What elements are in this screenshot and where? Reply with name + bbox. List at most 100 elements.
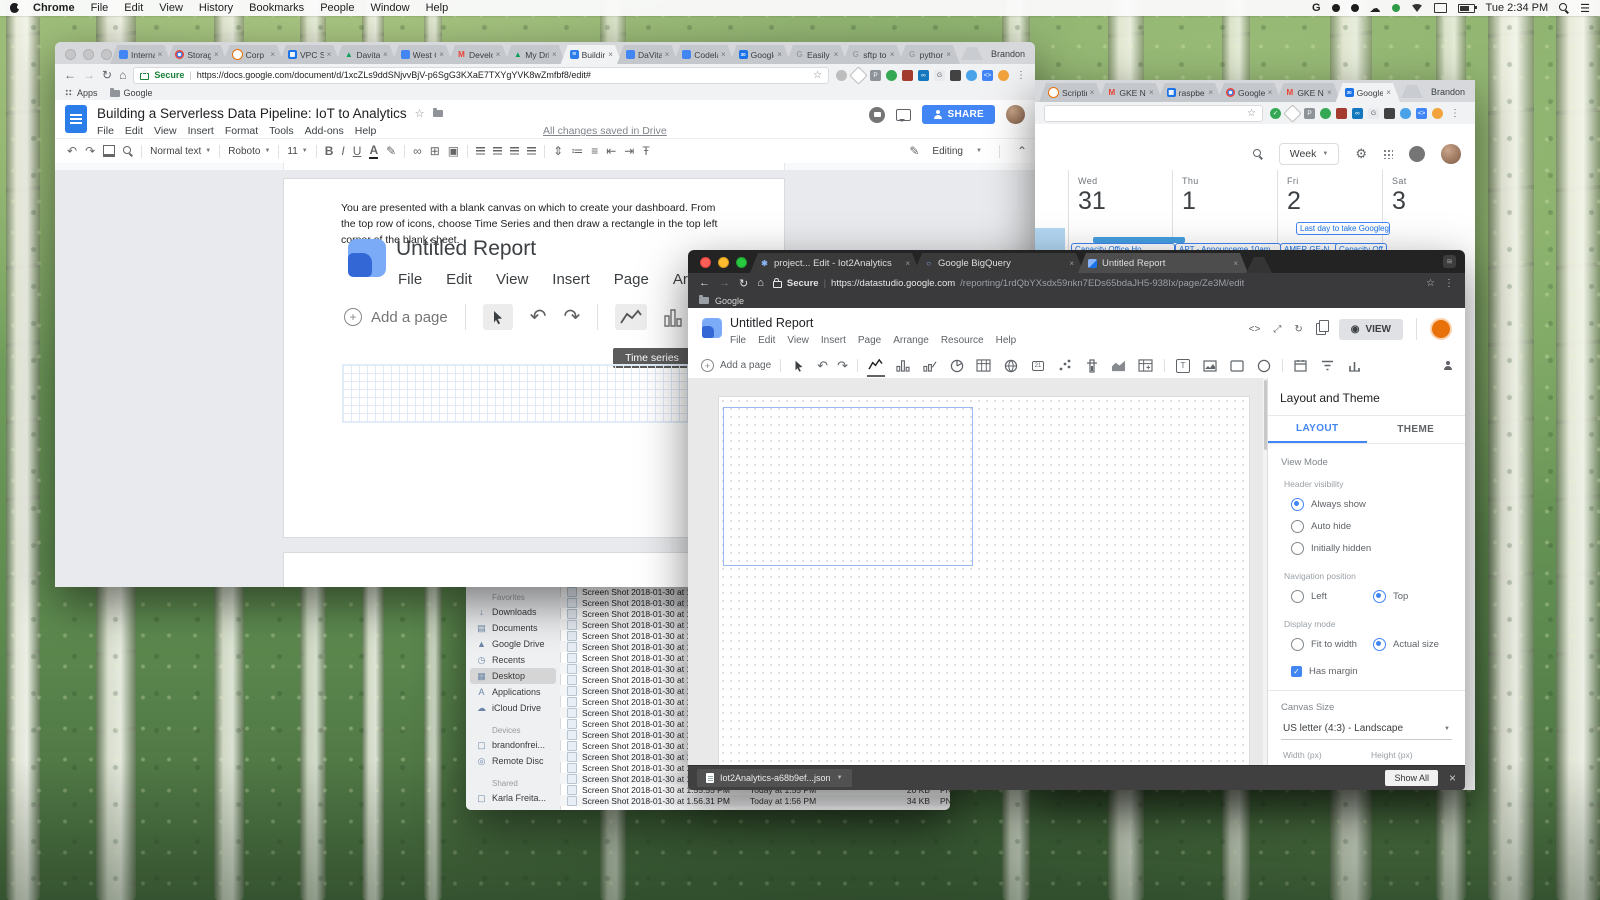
menu-bar-item[interactable]: Bookmarks [249,2,304,14]
sidebar-item[interactable]: ▲ Google Drive [470,636,556,652]
docs-menu-item[interactable]: Edit [125,125,143,137]
chart-placeholder-rect[interactable] [723,407,973,566]
url-box[interactable]: ☆ [1044,105,1263,122]
bookmark-star-icon[interactable]: ☆ [1426,278,1435,289]
menu-bar-item[interactable]: People [320,2,354,14]
search-icon[interactable] [1253,149,1263,159]
back-icon[interactable]: ← [699,277,710,289]
new-tab-button[interactable] [1246,257,1272,273]
browser-tab[interactable]: ▦ raspber.. × [1158,83,1222,102]
browser-tab[interactable]: Google-P × [1217,83,1281,102]
sidebar-item[interactable]: ↓ Downloads [470,604,556,620]
tab-close-icon[interactable]: × [834,50,839,59]
move-folder-icon[interactable] [433,110,443,117]
show-all-button[interactable]: Show All [1385,770,1438,786]
comment-icon[interactable] [896,109,911,121]
wifi-icon[interactable] [1411,4,1423,12]
chrome-menu-icon[interactable]: ⋮ [1450,108,1460,119]
extension-icon[interactable]: P [1304,108,1315,119]
cloud-sync-icon[interactable]: ☁ [1370,2,1381,15]
apple-icon[interactable] [10,3,19,13]
sidebar-item[interactable]: A Applications [470,684,556,700]
time-series-icon[interactable] [867,354,885,377]
bookmark-star-icon[interactable]: ☆ [1247,108,1256,119]
calendar-event[interactable]: Last day to take Googlege [1296,222,1390,235]
studio-menu-item[interactable]: Page [858,335,881,346]
print-icon[interactable] [103,145,115,157]
extension-icon[interactable]: <> [982,70,993,81]
document-title[interactable]: Building a Serverless Data Pipeline: IoT… [97,106,407,121]
tab-close-icon[interactable]: × [383,50,388,59]
extension-icon[interactable] [1283,104,1301,122]
menu-bar-item[interactable]: Help [426,2,449,14]
insert-link-icon[interactable]: ∞ [413,145,422,157]
extension-icon[interactable] [836,70,847,81]
extension-icon[interactable] [849,66,867,84]
tab-close-icon[interactable]: × [1233,259,1238,268]
studio-menu-item[interactable]: Insert [821,335,846,346]
bookmark-google[interactable]: Google [110,88,153,98]
add-collaborator-icon[interactable] [1443,361,1452,370]
radio-icon[interactable] [1373,638,1386,651]
menu-bar-item[interactable]: File [91,2,109,14]
google-status-icon[interactable]: G [1312,2,1321,14]
studio-menu-item[interactable]: Resource [941,335,984,346]
radio-left[interactable]: Left [1291,590,1373,603]
extension-icon[interactable]: G [1368,108,1379,119]
share-button[interactable]: SHARE [922,105,995,124]
area-chart-icon[interactable] [1110,356,1128,375]
redo-icon[interactable]: ↷ [85,145,95,157]
sidebar-item[interactable]: ◷ Recents [470,652,556,668]
filter-control-icon[interactable] [1319,356,1337,375]
checkbox-icon[interactable]: ✓ [1291,666,1302,677]
chrome-menu-icon[interactable]: ⋮ [1444,278,1454,289]
docs-menu-item[interactable]: Insert [188,125,214,137]
radio-icon[interactable] [1291,638,1304,651]
file-row[interactable]: Screen Shot 2018-01-30 at 1.56.31 PM Tod… [560,795,950,806]
radio-icon[interactable] [1291,498,1304,511]
docs-menu-item[interactable]: Add-ons [305,125,344,137]
rectangle-tool-icon[interactable] [1228,356,1246,375]
reload-icon[interactable]: ↻ [739,277,748,290]
italic-icon[interactable]: I [341,145,344,157]
geo-map-icon[interactable] [1002,356,1020,375]
extension-icon[interactable] [1320,108,1331,119]
browser-tab[interactable]: Corp P × [223,45,284,64]
sidebar-item[interactable]: ▦ Desktop [470,668,556,684]
outdent-icon[interactable]: ⇤ [606,145,616,157]
extension-icon[interactable] [1384,108,1395,119]
editing-mode-caret-icon[interactable]: ▼ [976,148,982,154]
browser-tab[interactable]: Scripting × [1039,83,1103,102]
undo-icon[interactable]: ↶ [67,145,77,157]
forward-icon[interactable]: → [83,68,95,82]
spotlight-search-icon[interactable] [1559,3,1569,13]
downloaded-file-chip[interactable]: Iot2Analytics-a68b9ef...json ▼ [697,769,852,787]
minimize-window-icon[interactable] [83,49,94,60]
align-justify-icon[interactable] [527,147,536,155]
tab-close-icon[interactable]: × [721,50,726,59]
extension-icon[interactable] [1336,108,1347,119]
insert-comment-icon[interactable]: ⊞ [430,145,440,157]
sidebar-item[interactable]: Devices [470,720,556,737]
apps-shortcut[interactable]: Apps [65,88,98,98]
docs-menu-item[interactable]: Tools [269,125,294,137]
report-canvas[interactable] [718,396,1250,766]
browser-tab[interactable]: 30 Google.c × [1336,83,1400,102]
collapse-toolbar-icon[interactable]: ⌃ [1017,145,1027,157]
tab-close-icon[interactable]: × [890,50,895,59]
browser-tab[interactable]: Untitled Report × [1078,253,1248,273]
star-icon[interactable]: ☆ [415,107,425,120]
font-size-select[interactable]: 11▼ [287,146,307,157]
studio-menu-item[interactable]: View [787,335,809,346]
browser-tab[interactable]: ✱ project... Edit - Iot2Analytics × [750,253,920,273]
studio-menu-item[interactable]: Edit [758,335,775,346]
embed-code-icon[interactable]: <> [1249,324,1261,335]
numbered-list-icon[interactable]: ≔ [571,145,583,157]
line-spacing-icon[interactable]: ⇕ [553,145,563,157]
radio-icon[interactable] [1291,590,1304,603]
new-tab-button[interactable] [961,47,983,60]
canvas-size-select[interactable]: US letter (4:3) - Landscape▼ [1281,718,1452,740]
scatter-chart-icon[interactable] [1056,356,1074,375]
notifications-icon[interactable] [1409,146,1425,162]
font-select[interactable]: Roboto▼ [228,146,270,157]
